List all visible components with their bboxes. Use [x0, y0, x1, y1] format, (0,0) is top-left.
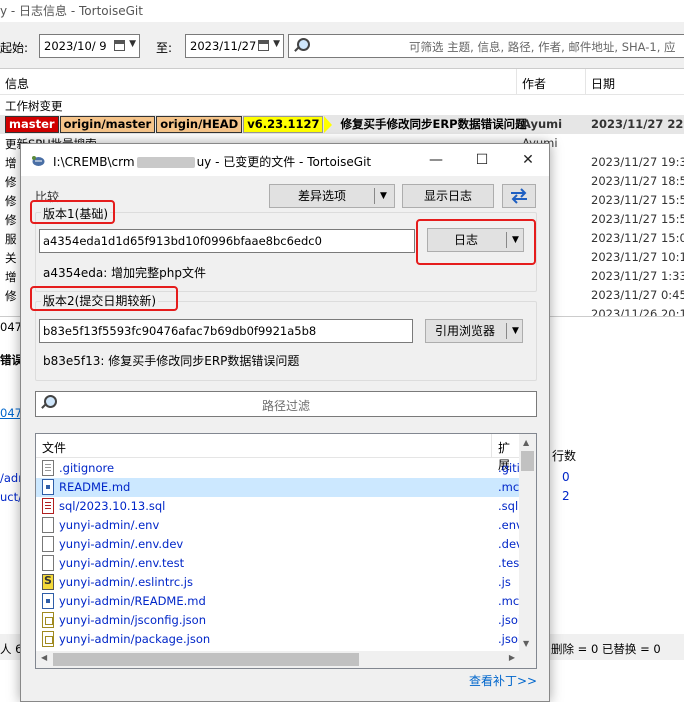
minimize-icon[interactable]: — — [413, 144, 459, 176]
from-label: 起始: — [0, 41, 29, 55]
file-row-selected[interactable]: README.md .mc — [36, 478, 520, 497]
to-label: 至: — [156, 41, 173, 55]
chevron-down-icon: ▼ — [273, 39, 280, 49]
version2-label: 版本2(提交日期较新) — [41, 292, 158, 309]
file-row[interactable]: sql/2023.10.13.sql .sql — [36, 497, 520, 516]
show-log-button[interactable]: 显示日志 — [402, 184, 494, 208]
json-file-icon — [42, 612, 54, 628]
file-list-vertical-scrollbar[interactable]: ▲ ▼ — [519, 434, 536, 652]
dialog-title-path: I:\CREMB\crm — [53, 155, 135, 169]
file-list-header: 文件 扩展 — [36, 434, 520, 472]
chevron-down-icon: ▼ — [380, 191, 387, 201]
scroll-down-icon[interactable]: ▼ — [523, 639, 529, 648]
file-row[interactable]: yunyi-admin/README.md .mc — [36, 592, 520, 611]
chevron-down-icon: ▼ — [512, 326, 519, 336]
version2-hash-field[interactable]: b83e5f13f5593fc90476afac7b69db0f9921a5b8 — [39, 319, 413, 343]
changes-stats-panel: 行数 0 2 — [547, 443, 684, 633]
tortoisegit-app-icon — [32, 156, 45, 166]
lines-value: 2 — [562, 489, 570, 503]
text-file-icon — [42, 460, 54, 476]
text-file-icon — [42, 536, 54, 552]
version2-description: b83e5f13: 修复买手修改同步ERP数据错误问题 — [43, 354, 300, 368]
text-file-icon — [42, 517, 54, 533]
branch-tag-origin-master: origin/master — [59, 116, 156, 133]
from-date-picker[interactable]: 2023/10/ 9 ▼ — [39, 34, 140, 58]
status-text: 删除 = 0 已替换 = 0 — [551, 642, 661, 656]
branch-tag-origin-head: origin/HEAD — [156, 116, 243, 133]
version1-label: 版本1(基础) — [41, 205, 110, 222]
column-header-file[interactable]: 文件 — [42, 439, 66, 456]
detail-fragment: 047 — [0, 320, 22, 334]
search-icon — [293, 38, 310, 54]
file-row[interactable]: .gitignore .giti — [36, 459, 520, 478]
file-row[interactable]: yunyi-admin/.env.test .tes — [36, 554, 520, 573]
chevron-down-icon: ▼ — [512, 235, 519, 245]
from-date-value: 2023/10/ 9 — [44, 39, 107, 53]
file-row[interactable]: yunyi-admin/.env.dev .dev — [36, 535, 523, 554]
ref-browser-button[interactable]: 引用浏览器 ▼ — [425, 319, 523, 343]
scroll-right-icon[interactable]: ▶ — [509, 653, 515, 662]
version-tag: v6.23.1127 — [243, 116, 324, 133]
path-filter-input[interactable]: 路径过滤 — [35, 391, 537, 417]
version1-description: a4354eda: 增加完整php文件 — [43, 266, 206, 280]
calendar-icon — [258, 40, 269, 51]
log-row[interactable]: 工作树变更 — [0, 96, 684, 115]
detail-fragment: uct/ — [0, 490, 22, 504]
version1-hash-field[interactable]: a4354eda1d1d65f913bd10f0996bfaae8bc6edc0 — [39, 229, 415, 253]
file-row[interactable]: yunyi-admin/jsconfig.json .jsoi — [36, 611, 521, 630]
column-header-message[interactable]: 信息 — [5, 75, 29, 92]
lines-value: 0 — [562, 470, 570, 484]
scroll-up-icon[interactable]: ▲ — [523, 438, 529, 447]
changed-files-dialog: I:\CREMB\crm uy - 已变更的文件 - TortoiseGit — … — [20, 143, 550, 702]
log-search-placeholder: 可筛选 主题, 信息, 路径, 作者, 邮件地址, SHA-1, 应 — [409, 40, 676, 54]
log-filter-bar: 起始: 2023/10/ 9 ▼ 至: 2023/11/27 ▼ 可筛选 主题,… — [0, 30, 684, 62]
view-patch-link[interactable]: 查看补丁>> — [469, 672, 537, 689]
calendar-icon — [114, 40, 125, 51]
detail-link-fragment[interactable]: 047 — [0, 406, 22, 420]
column-header-author[interactable]: 作者 — [522, 75, 546, 92]
markdown-file-icon — [42, 479, 54, 495]
scrollbar-thumb[interactable] — [53, 653, 359, 666]
to-date-picker[interactable]: 2023/11/27 ▼ — [185, 34, 284, 58]
diff-options-button[interactable]: 差异选项 ▼ — [269, 184, 395, 208]
path-filter-placeholder: 路径过滤 — [261, 399, 310, 413]
lines-header: 行数 — [552, 449, 577, 463]
log-search-input[interactable]: 可筛选 主题, 信息, 路径, 作者, 邮件地址, SHA-1, 应 — [288, 34, 684, 58]
file-row[interactable]: yunyi-admin/package.json .jsoi — [36, 630, 521, 649]
changed-files-list[interactable]: 文件 扩展 .gitignore .giti README.md .mc sql… — [35, 433, 537, 669]
log-row-selected[interactable]: master origin/master origin/HEAD v6.23.1127… — [0, 115, 684, 134]
js-file-icon — [42, 574, 54, 590]
file-list-horizontal-scrollbar[interactable]: ◀ ▶ — [36, 651, 520, 668]
markdown-file-icon — [42, 593, 54, 609]
dialog-title-bar[interactable]: I:\CREMB\crm uy - 已变更的文件 - TortoiseGit — … — [21, 144, 549, 176]
text-file-icon — [42, 555, 54, 571]
file-row[interactable]: yunyi-admin/.eslintrc.js .js — [36, 573, 520, 592]
scroll-left-icon[interactable]: ◀ — [41, 653, 47, 662]
chevron-down-icon: ▼ — [129, 39, 136, 49]
branch-tag-master: master — [5, 116, 59, 133]
log-window-title: y - 日志信息 - TortoiseGit — [0, 0, 684, 22]
tag-arrow-icon — [324, 116, 338, 133]
column-header-date[interactable]: 日期 — [591, 75, 615, 92]
close-icon[interactable]: ✕ — [505, 144, 551, 176]
sql-file-icon — [42, 498, 54, 514]
dialog-title-text: uy - 已变更的文件 - TortoiseGit — [196, 155, 372, 169]
commit-message: 修复买手修改同步ERP数据错误问题 — [340, 117, 527, 131]
file-row[interactable]: yunyi-admin/.env .env — [36, 516, 523, 535]
json-file-icon — [42, 631, 54, 647]
version1-log-button[interactable]: 日志 ▼ — [427, 228, 524, 252]
swap-versions-button[interactable] — [502, 184, 536, 208]
scrollbar-thumb[interactable] — [521, 451, 534, 471]
to-date-value: 2023/11/27 — [190, 39, 257, 53]
swap-arrows-icon — [511, 188, 527, 204]
maximize-icon[interactable]: ☐ — [459, 144, 505, 176]
redacted-region — [136, 157, 195, 168]
log-list-header: 信息 作者 日期 — [0, 69, 684, 95]
